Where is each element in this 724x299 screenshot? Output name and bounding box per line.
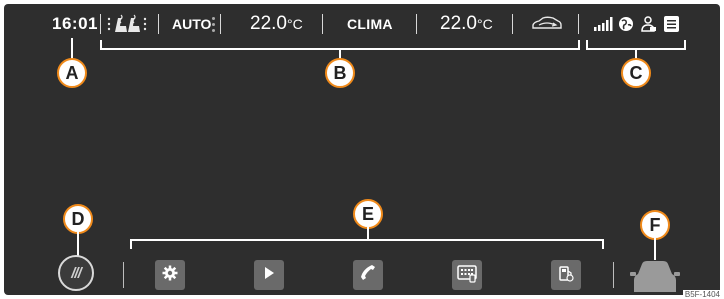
temp-left[interactable]: 22.0 °C [250,8,303,40]
bottom-separator [613,262,614,288]
temp-left-unit: °C [286,16,303,32]
bottom-separator [123,262,124,288]
callout-b: B [325,58,355,88]
smartphone-apps-button[interactable] [452,260,482,290]
temp-right-unit: °C [476,16,493,32]
clima-label[interactable]: CLIMA [347,8,393,40]
status-separator [578,14,579,34]
temp-left-value: 22.0 [250,13,287,34]
fuel-button[interactable] [551,260,581,290]
recirculation-car-icon[interactable] [531,8,563,40]
vehicle-button[interactable] [630,258,680,292]
status-separator [416,14,417,34]
settings-gear-icon [161,264,179,287]
callout-d-line [77,232,79,256]
menu-button[interactable]: /// [58,255,94,291]
clock-time: 16:01 [52,14,98,33]
callout-e-line [367,227,369,239]
callout-d: D [63,204,93,234]
callout-a: A [57,58,87,88]
status-separator [100,14,101,34]
globe-icon[interactable] [618,8,634,40]
auto-climate-label[interactable]: AUTO [172,8,211,40]
status-separator [322,14,323,34]
temp-right[interactable]: 22.0 °C [440,8,493,40]
media-button[interactable] [254,260,284,290]
phone-icon [359,264,377,287]
fuel-pump-icon [557,264,575,287]
temp-right-value: 22.0 [440,13,477,34]
media-play-icon [261,265,277,286]
status-separator [220,14,221,34]
user-profile-icon[interactable] [641,8,657,40]
list-icon[interactable] [664,8,679,40]
callout-e-bracket [130,239,604,249]
auto-level-dots [212,17,215,35]
seat-heating-icon[interactable] [106,8,150,40]
smartphone-apps-icon [457,263,477,288]
figure-code: B5F-1404 [682,290,722,299]
callout-f: F [640,210,670,240]
callout-a-line [71,38,73,60]
settings-button[interactable] [155,260,185,290]
car-icon [630,261,680,296]
callout-e: E [353,199,383,229]
callout-c: C [621,58,651,88]
status-separator [158,14,159,34]
signal-strength-icon [594,8,614,40]
callout-f-line [654,238,656,260]
phone-button[interactable] [353,260,383,290]
status-bar: 16:01 AUTO 22.0 °C CLIMA 22.0 °C [44,8,692,40]
status-separator [512,14,513,34]
